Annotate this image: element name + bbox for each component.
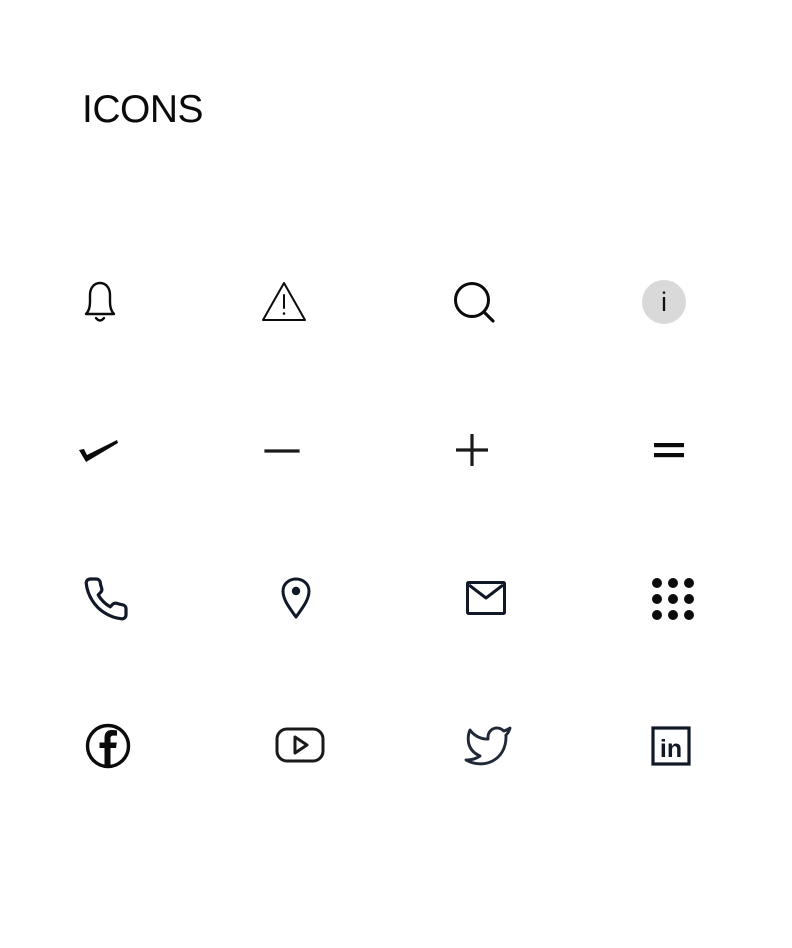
info-icon-glyph: i — [661, 287, 667, 317]
warning-triangle-icon — [262, 282, 306, 321]
checkmark-icon — [79, 440, 118, 462]
dialpad-icon — [652, 578, 694, 620]
youtube-icon — [275, 727, 325, 763]
linkedin-icon: in — [651, 726, 691, 766]
info-icon: i — [642, 280, 686, 324]
bell-icon — [84, 281, 116, 322]
mail-icon — [466, 581, 506, 615]
facebook-icon — [85, 723, 131, 769]
page-title: ICONS — [82, 88, 204, 131]
minus-icon — [264, 449, 300, 453]
twitter-icon — [464, 726, 512, 766]
linkedin-icon-glyph: in — [660, 735, 682, 763]
equals-icon — [654, 443, 684, 458]
search-icon — [454, 282, 495, 323]
location-pin-icon — [281, 577, 311, 619]
plus-icon — [456, 434, 488, 466]
phone-icon — [84, 577, 128, 621]
